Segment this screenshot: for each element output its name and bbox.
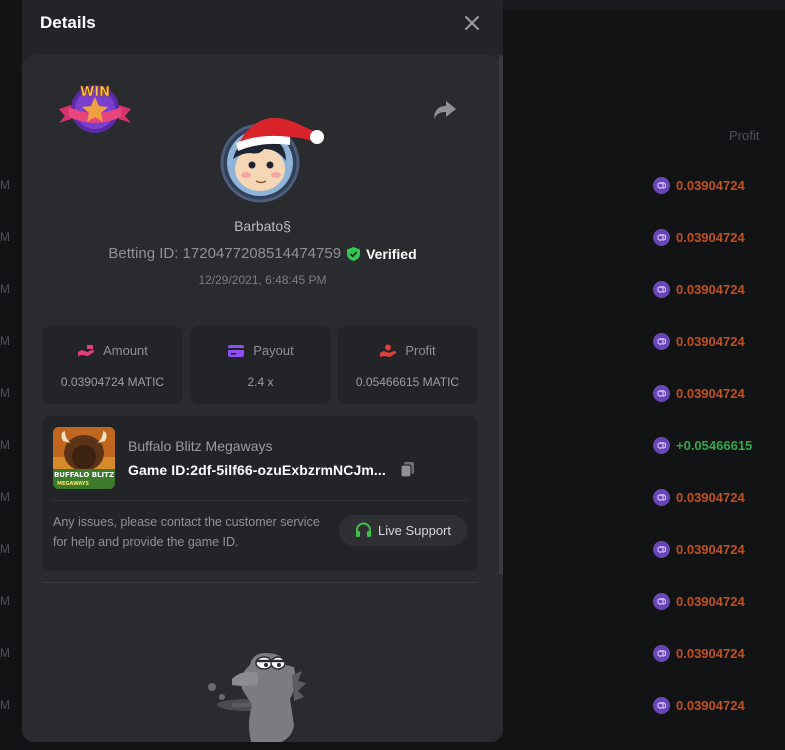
matic-coin-icon: [653, 697, 670, 714]
game-info-box: BUFFALO BLITZ MEGAWAYS Buffalo Blitz Meg…: [42, 416, 478, 571]
divider: [42, 582, 478, 583]
live-support-button[interactable]: Live Support: [339, 515, 467, 546]
payout-card-icon: [228, 344, 245, 357]
row-time-fragment: M: [0, 230, 10, 244]
game-id-row: Game ID:2df-5ilf66-ozuExbzrmNCJm...: [128, 461, 415, 478]
betting-id: Betting ID: 1720477208514474759: [108, 245, 342, 262]
amount-hand-icon: [78, 344, 95, 356]
row-time-fragment: M: [0, 594, 10, 608]
game-thumbnail[interactable]: BUFFALO BLITZ MEGAWAYS: [53, 427, 115, 489]
row-profit-value: 0.03904724: [676, 646, 745, 661]
matic-coin-icon: [653, 333, 670, 350]
row-profit-value: 0.03904724: [676, 594, 745, 609]
headset-icon: [356, 522, 371, 537]
bet-timestamp: 12/29/2021, 6:48:45 PM: [198, 273, 327, 287]
game-id: Game ID:2df-5ilf66-ozuExbzrmNCJm...: [128, 461, 386, 478]
payout-label: Payout: [253, 343, 294, 358]
row-profit-value: 0.03904724: [676, 230, 745, 245]
row-time-fragment: M: [0, 438, 10, 452]
matic-coin-icon: [653, 229, 670, 246]
user-avatar: [220, 117, 324, 203]
payout-stat: Payout 2.4 x: [190, 326, 331, 404]
profit-stat: Profit 0.05466615 MATIC: [337, 326, 478, 404]
profit-value: 0.05466615 MATIC: [355, 375, 460, 389]
row-time-fragment: M: [0, 334, 10, 348]
row-profit-value: 0.03904724: [676, 490, 745, 505]
thumb-subtitle-text: MEGAWAYS: [57, 481, 89, 487]
matic-coin-icon: [653, 281, 670, 298]
win-badge-text: WIN: [80, 85, 110, 100]
live-support-label: Live Support: [378, 523, 451, 538]
matic-coin-icon: [653, 645, 670, 662]
support-message: Any issues, please contact the customer …: [53, 515, 320, 549]
share-button[interactable]: [432, 99, 458, 121]
row-time-fragment: M: [0, 646, 10, 660]
table-header-strip: [500, 0, 785, 10]
divider: [53, 500, 467, 501]
row-profit-value: 0.03904724: [676, 542, 745, 557]
matic-coin-icon: [653, 437, 670, 454]
row-profit-value: 0.03904724: [676, 178, 745, 193]
amount-value: 0.03904724 MATIC: [60, 375, 165, 389]
row-profit-value: +0.05466615: [676, 438, 753, 453]
row-time-fragment: M: [0, 282, 10, 296]
row-time-fragment: M: [0, 698, 10, 712]
row-profit-value: 0.03904724: [676, 334, 745, 349]
scrollbar[interactable]: [499, 55, 503, 575]
details-modal: Details WIN Barbato§ Betting ID: 1720477…: [22, 0, 503, 742]
row-time-fragment: M: [0, 490, 10, 504]
modal-title: Details: [40, 13, 96, 32]
close-icon: [465, 16, 479, 30]
verified-label: Verified: [366, 245, 417, 262]
share-arrow-icon: [434, 101, 456, 119]
row-profit-value: 0.03904724: [676, 386, 745, 401]
profit-coin-hand-icon: [380, 344, 397, 357]
matic-coin-icon: [653, 385, 670, 402]
matic-coin-icon: [653, 177, 670, 194]
copy-icon[interactable]: [400, 461, 415, 478]
dinosaur-mascot-image: [208, 653, 306, 742]
profit-label: Profit: [405, 343, 436, 358]
bet-detail-card: WIN Barbato§ Betting ID: 172047720851447…: [22, 55, 503, 742]
row-profit-value: 0.03904724: [676, 698, 745, 713]
thumb-title-text: BUFFALO BLITZ: [54, 471, 114, 479]
win-badge-icon: WIN: [59, 85, 131, 133]
betting-id-row: Betting ID: 1720477208514474759 Verified: [22, 245, 503, 262]
game-name: Buffalo Blitz Megaways: [128, 438, 273, 454]
row-time-fragment: M: [0, 178, 10, 192]
amount-stat: Amount 0.03904724 MATIC: [42, 326, 183, 404]
verified-shield-icon: [347, 246, 361, 261]
payout-value: 2.4 x: [247, 375, 274, 389]
profit-column-header: Profit: [729, 128, 760, 143]
row-time-fragment: M: [0, 542, 10, 556]
matic-coin-icon: [653, 541, 670, 558]
matic-coin-icon: [653, 489, 670, 506]
username: Barbato§: [234, 218, 291, 234]
close-button[interactable]: [463, 14, 481, 32]
row-profit-value: 0.03904724: [676, 282, 745, 297]
matic-coin-icon: [653, 593, 670, 610]
row-time-fragment: M: [0, 386, 10, 400]
amount-label: Amount: [103, 343, 148, 358]
